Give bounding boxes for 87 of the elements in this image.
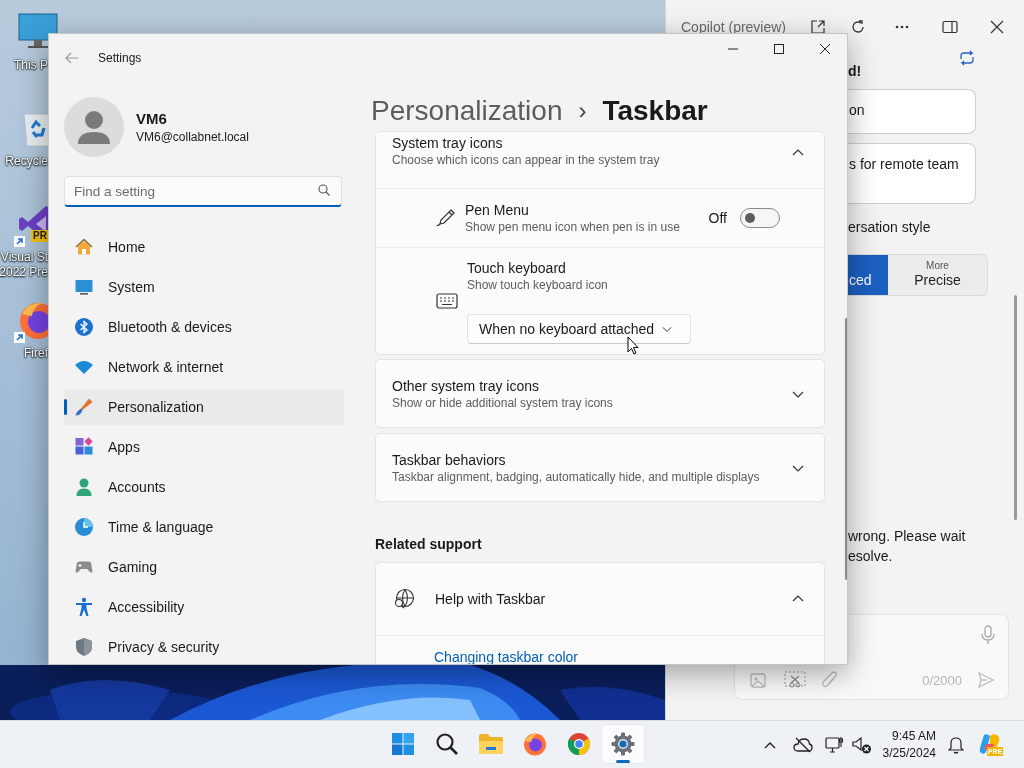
close-icon[interactable] xyxy=(820,44,830,54)
browser-icon xyxy=(567,732,591,756)
pen-icon xyxy=(436,208,456,228)
setting-title: Touch keyboard xyxy=(467,258,567,277)
search-icon xyxy=(318,184,330,196)
window-title: Settings xyxy=(98,51,142,65)
card-title: Taskbar behaviors xyxy=(392,450,507,469)
scrollbar[interactable] xyxy=(1014,295,1017,520)
keyboard-icon xyxy=(436,293,458,309)
paperclip-icon[interactable] xyxy=(821,670,839,690)
toggle-switch[interactable] xyxy=(740,208,780,228)
globe-clock-icon xyxy=(74,517,94,537)
panel-title: Copilot (preview) xyxy=(681,19,787,35)
nav-item[interactable]: Apps xyxy=(64,429,344,465)
greeting-text: d! xyxy=(848,62,862,80)
avatar-icon xyxy=(64,97,124,157)
refresh-icon[interactable] xyxy=(850,19,866,35)
nav-item[interactable]: Personalization xyxy=(64,389,344,425)
card-title: Other system tray icons xyxy=(392,376,541,395)
card-subtitle: Show or hide additional system tray icons xyxy=(392,394,614,411)
nav-item[interactable]: Gaming xyxy=(64,549,344,585)
preview-badge: PR xyxy=(31,230,49,242)
nav-item[interactable]: Accounts xyxy=(64,469,344,505)
nav-item[interactable]: Time & language xyxy=(64,509,344,545)
icon-label: Recycle xyxy=(5,154,48,169)
nav-item[interactable]: System xyxy=(64,269,344,305)
nav-item[interactable]: Accessibility xyxy=(64,589,344,625)
card-title: System tray icons xyxy=(392,134,504,152)
house-icon xyxy=(74,237,94,257)
card-title: Help with Taskbar xyxy=(435,590,547,608)
nav-item[interactable]: Home xyxy=(64,229,344,265)
section-label: ersation style xyxy=(848,218,932,237)
chat-input-box[interactable] xyxy=(849,614,1009,665)
bluetooth-icon xyxy=(74,317,94,337)
volume-muted-icon[interactable] xyxy=(851,734,873,755)
help-link[interactable]: Changing taskbar color xyxy=(434,649,578,664)
user-email: VM6@collabnet.local xyxy=(136,129,249,145)
nav-item[interactable]: Network & internet xyxy=(64,349,344,385)
bell-icon[interactable] xyxy=(948,735,964,754)
setting-description: Show touch keyboard icon xyxy=(467,276,609,293)
icon-label: Visual St xyxy=(0,250,48,265)
user-name: VM6 xyxy=(136,109,168,129)
character-counter: 0/2000 xyxy=(922,672,962,688)
breadcrumb-link[interactable]: Personalization xyxy=(371,93,563,128)
setting-description: Show pen menu icon when pen is in use xyxy=(465,219,680,235)
globe-search-icon xyxy=(393,588,415,610)
maximize-icon[interactable] xyxy=(774,44,784,54)
scrollbar[interactable] xyxy=(845,318,847,580)
gear-icon xyxy=(611,732,635,756)
screenshot-icon[interactable] xyxy=(784,670,806,690)
back-arrow-icon[interactable] xyxy=(64,50,80,66)
folder-icon xyxy=(478,733,504,755)
search-icon xyxy=(435,732,459,756)
sidebar-icon[interactable] xyxy=(942,19,958,35)
page-title: Taskbar xyxy=(602,93,708,128)
paintbrush-icon xyxy=(74,397,94,417)
new-topic-icon[interactable] xyxy=(958,50,976,66)
person-icon xyxy=(74,477,94,497)
network-monitor-icon[interactable] xyxy=(825,734,845,755)
style-option[interactable]: ced xyxy=(848,255,888,295)
fox-globe-icon xyxy=(523,732,547,756)
message-text: wrong. Please wait esolve. xyxy=(848,527,967,566)
search-field[interactable]: Find a setting xyxy=(64,176,342,207)
card-subtitle: Choose which icons can appear in the system tray xyxy=(392,152,661,168)
breadcrumb-separator: › xyxy=(578,95,587,126)
clock[interactable]: 9:45 AM 3/25/2024 xyxy=(878,727,936,762)
nav-item[interactable]: Bluetooth & devices xyxy=(64,309,344,345)
icon-label: Firef xyxy=(24,346,48,361)
setting-title: Pen Menu xyxy=(465,201,530,219)
shield-icon xyxy=(74,637,94,657)
suggestion-button[interactable]: on xyxy=(848,89,976,134)
nav-item[interactable]: Privacy & security xyxy=(64,629,344,664)
style-option[interactable]: More Precise xyxy=(888,255,987,295)
icon-label: 2022 Pre xyxy=(0,265,48,280)
external-link-icon[interactable] xyxy=(810,19,826,35)
section-heading: Related support xyxy=(375,535,483,553)
four-squares-icon xyxy=(391,732,415,756)
accessibility-icon xyxy=(74,597,94,617)
suggestion-button[interactable]: s for remote team xyxy=(848,143,976,204)
apps-icon xyxy=(74,437,94,457)
icon-label: This P xyxy=(14,58,48,73)
display-icon xyxy=(74,277,94,297)
card-subtitle: Taskbar alignment, badging, automatically hide, and multiple displays xyxy=(392,468,761,485)
cloud-off-icon[interactable] xyxy=(793,736,813,753)
toggle-state: Off xyxy=(708,210,727,226)
close-icon[interactable] xyxy=(989,19,1005,35)
dropdown[interactable]: When no keyboard attached xyxy=(467,313,691,344)
